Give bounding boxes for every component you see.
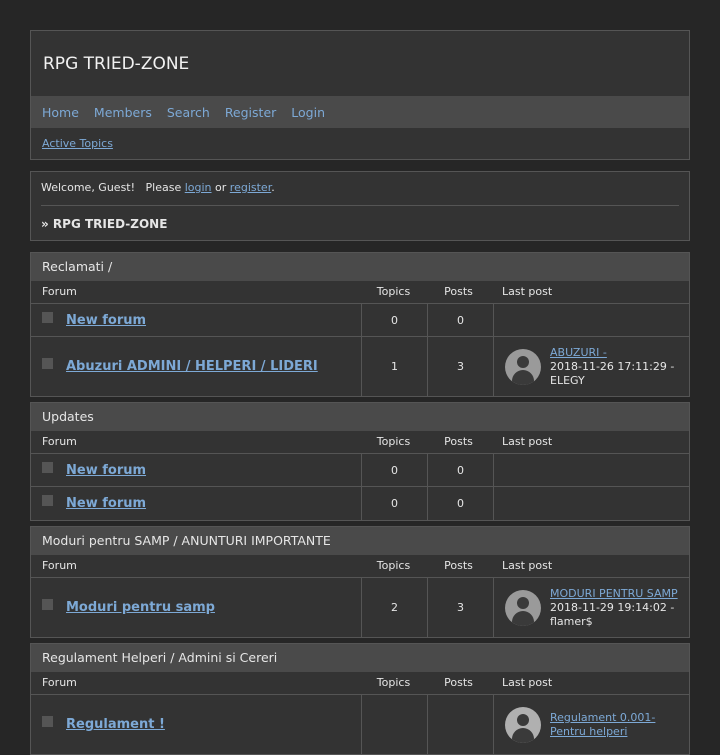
col-last-post: Last post <box>502 435 553 448</box>
col-last-post: Last post <box>502 676 553 689</box>
welcome-line: Welcome, Guest! Please login or register… <box>41 172 679 206</box>
forum-last-post <box>494 304 689 336</box>
forum-posts-count: 0 <box>428 454 494 486</box>
col-forum: Forum <box>42 676 77 689</box>
forum-link[interactable]: New forum <box>66 496 146 511</box>
col-posts: Posts <box>444 676 473 689</box>
nav-register-link[interactable]: Register <box>225 105 276 120</box>
site-title: RPG TRIED-ZONE <box>43 54 190 74</box>
welcome-or: or <box>215 181 227 194</box>
user-avatar-icon[interactable] <box>505 348 541 385</box>
col-topics: Topics <box>376 435 411 448</box>
forum-link[interactable]: New forum <box>66 463 146 478</box>
main-nav: Home Members Search Register Login <box>31 96 689 128</box>
category-reclamati: Reclamati / Forum Topics Posts Last post… <box>30 252 690 397</box>
col-topics: Topics <box>376 285 411 298</box>
register-link[interactable]: register <box>230 181 271 194</box>
forum-status-icon <box>42 495 53 506</box>
forum-row: New forum 0 0 <box>31 304 689 337</box>
forum-status-icon <box>42 716 53 727</box>
forum-link[interactable]: New forum <box>66 313 146 328</box>
forum-last-post: Regulament 0.001- Pentru helperi <box>494 695 689 754</box>
col-last-post: Last post <box>502 559 553 572</box>
nav-members-link[interactable]: Members <box>94 105 152 120</box>
category-title[interactable]: Updates <box>31 403 689 431</box>
category-title[interactable]: Regulament Helperi / Admini si Cereri <box>31 644 689 672</box>
forum-row: Moduri pentru samp 2 3 MODURI PENTRU SAM… <box>31 578 689 637</box>
category-regulament: Regulament Helperi / Admini si Cereri Fo… <box>30 643 690 755</box>
last-post-link[interactable]: Regulament 0.001- Pentru helperi <box>550 711 689 739</box>
column-headers: Forum Topics Posts Last post <box>31 281 689 304</box>
forum-row: Abuzuri ADMINI / HELPERI / LIDERI 1 3 AB… <box>31 337 689 396</box>
user-avatar-icon[interactable] <box>505 706 541 743</box>
nav-search-link[interactable]: Search <box>167 105 210 120</box>
column-headers: Forum Topics Posts Last post <box>31 672 689 695</box>
forum-row: New forum 0 0 <box>31 487 689 520</box>
active-topics-link[interactable]: Active Topics <box>42 137 113 150</box>
col-forum: Forum <box>42 285 77 298</box>
forum-link[interactable]: Regulament ! <box>66 717 165 732</box>
user-avatar-icon[interactable] <box>505 589 541 626</box>
site-header: RPG TRIED-ZONE Home Members Search Regis… <box>30 30 690 160</box>
forum-status-icon <box>42 358 53 369</box>
sub-nav: Active Topics <box>31 128 689 158</box>
forum-topics-count: 0 <box>362 454 428 486</box>
forum-topics-count: 1 <box>362 337 428 396</box>
forum-status-icon <box>42 311 53 323</box>
category-title[interactable]: Moduri pentru SAMP / ANUNTURI IMPORTANTE <box>31 527 689 555</box>
last-post-date: 2018-11-29 19:14:02 <box>550 600 667 614</box>
nav-home-link[interactable]: Home <box>42 105 79 120</box>
forum-posts-count <box>428 695 494 754</box>
welcome-box: Welcome, Guest! Please login or register… <box>30 171 690 241</box>
welcome-greeting: Welcome, Guest! <box>41 181 136 194</box>
last-post-link[interactable]: ABUZURI - <box>550 346 676 360</box>
forum-last-post <box>494 487 689 520</box>
last-post-date: 2018-11-26 17:11:29 <box>550 359 667 373</box>
category-moduri: Moduri pentru SAMP / ANUNTURI IMPORTANTE… <box>30 526 690 638</box>
breadcrumb[interactable]: » RPG TRIED-ZONE <box>41 206 679 231</box>
col-topics: Topics <box>376 676 411 689</box>
col-last-post: Last post <box>502 285 553 298</box>
last-post-separator: - <box>666 359 675 373</box>
col-forum: Forum <box>42 435 77 448</box>
category-updates: Updates Forum Topics Posts Last post New… <box>30 402 690 521</box>
last-post-separator: - <box>666 600 675 614</box>
last-post-user: flamer$ <box>550 614 593 628</box>
forum-topics-count: 0 <box>362 487 428 520</box>
forum-link[interactable]: Moduri pentru samp <box>66 600 215 615</box>
column-headers: Forum Topics Posts Last post <box>31 555 689 578</box>
forum-row: Regulament ! Regulament 0.001- Pentru he… <box>31 695 689 754</box>
category-title[interactable]: Reclamati / <box>31 253 689 281</box>
forum-topics-count: 0 <box>362 304 428 336</box>
login-link[interactable]: login <box>185 181 212 194</box>
column-headers: Forum Topics Posts Last post <box>31 431 689 454</box>
welcome-please: Please <box>145 181 182 194</box>
forum-topics-count: 2 <box>362 578 428 637</box>
forum-topics-count <box>362 695 428 754</box>
forum-last-post: MODURI PENTRU SAMP 2018-11-29 19:14:02 -… <box>494 578 689 637</box>
welcome-period: . <box>271 181 275 194</box>
col-posts: Posts <box>444 559 473 572</box>
col-topics: Topics <box>376 559 411 572</box>
last-post-link[interactable]: MODURI PENTRU SAMP <box>550 587 678 601</box>
col-forum: Forum <box>42 559 77 572</box>
forum-last-post: ABUZURI - 2018-11-26 17:11:29 - ELEGY <box>494 337 689 396</box>
forum-posts-count: 3 <box>428 578 494 637</box>
nav-login-link[interactable]: Login <box>291 105 325 120</box>
forum-row: New forum 0 0 <box>31 454 689 487</box>
forum-link[interactable]: Abuzuri ADMINI / HELPERI / LIDERI <box>66 359 318 374</box>
forum-posts-count: 0 <box>428 304 494 336</box>
col-posts: Posts <box>444 435 473 448</box>
forum-last-post <box>494 454 689 486</box>
forum-posts-count: 0 <box>428 487 494 520</box>
last-post-user: ELEGY <box>550 373 585 387</box>
col-posts: Posts <box>444 285 473 298</box>
forum-posts-count: 3 <box>428 337 494 396</box>
forum-status-icon <box>42 461 53 473</box>
forum-status-icon <box>42 599 53 610</box>
